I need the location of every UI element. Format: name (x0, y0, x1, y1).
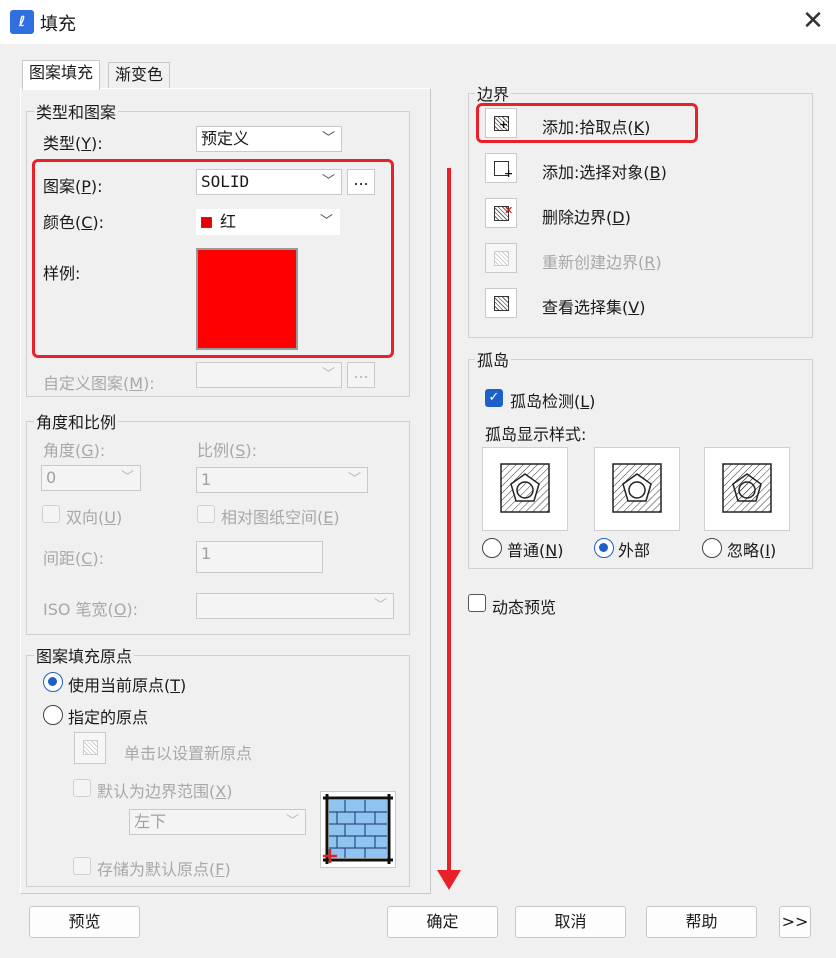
annotation-highlight (476, 103, 698, 143)
island-style-ignore-image[interactable] (704, 447, 790, 531)
recreate-boundary-icon (494, 251, 509, 266)
relative-paper-label: 相对图纸空间(E) (221, 508, 340, 527)
chevron-down-icon: ﹀ (373, 598, 387, 613)
origin-preview-image (320, 791, 396, 868)
use-current-origin-label: 使用当前原点(T) (68, 676, 187, 695)
annotation-arrow (447, 168, 451, 874)
double-checkbox[interactable] (42, 505, 60, 523)
island-outer-icon (612, 463, 662, 513)
help-button[interactable]: 帮助 (646, 906, 757, 938)
relative-paper-checkbox[interactable] (197, 505, 215, 523)
annotation-highlight (32, 159, 394, 358)
island-style-normal-image[interactable] (482, 447, 568, 531)
origin-position-select[interactable]: 左下 ﹀ (129, 809, 306, 835)
default-extent-label: 默认为边界范围(X) (97, 782, 233, 801)
custom-browse-button[interactable]: ... (347, 362, 375, 388)
angle-label: 角度(G): (43, 441, 106, 460)
chevron-down-icon: ﹀ (347, 472, 361, 487)
scale-select[interactable]: 1 ﹀ (196, 467, 368, 493)
cancel-button[interactable]: 取消 (515, 906, 626, 938)
add-select-objects-label[interactable]: 添加:选择对象(B) (542, 159, 667, 183)
use-current-origin-radio[interactable] (43, 672, 63, 692)
dynamic-preview-checkbox[interactable] (468, 594, 486, 612)
click-set-origin-label: 单击以设置新原点 (124, 744, 253, 763)
add-select-objects-button[interactable]: + (485, 153, 517, 183)
angle-select[interactable]: 0 ﹀ (41, 465, 141, 491)
tab-gradient[interactable]: 渐变色 (108, 62, 171, 88)
angle-scale-title: 角度和比例 (34, 409, 119, 433)
island-detect-label: 孤岛检测(L) (510, 392, 596, 411)
ok-button[interactable]: 确定 (387, 906, 498, 938)
spacing-input[interactable]: 1 (196, 541, 323, 573)
recreate-boundary-button[interactable] (485, 243, 517, 273)
view-selection-button[interactable] (485, 288, 517, 318)
plus-icon: + (504, 167, 514, 180)
island-normal-label: 普通(N) (507, 541, 564, 560)
type-pattern-title: 类型和图案 (34, 99, 119, 123)
custom-pattern-select[interactable]: ﹀ (196, 362, 342, 388)
more-options-button[interactable]: >> (779, 906, 811, 938)
app-logo-icon: ℓ (10, 10, 34, 34)
custom-pattern-label: 自定义图案(M): (43, 374, 155, 393)
view-selection-icon (494, 296, 509, 311)
island-outer-radio[interactable] (594, 538, 614, 558)
dynamic-preview-label: 动态预览 (492, 598, 557, 617)
chevron-down-icon: ﹀ (285, 814, 299, 829)
island-style-outer-image[interactable] (594, 447, 680, 531)
close-icon[interactable]: ✕ (798, 6, 828, 36)
island-ignore-icon (722, 463, 772, 513)
remove-boundary-button[interactable]: ✕ (485, 198, 517, 228)
delete-x-icon: ✕ (504, 204, 514, 217)
iso-pen-select[interactable]: ﹀ (196, 593, 394, 619)
double-label: 双向(U) (66, 508, 123, 527)
iso-pen-label: ISO 笔宽(O): (43, 600, 139, 619)
recreate-boundary-label[interactable]: 重新创建边界(R) (542, 249, 662, 273)
window-title: 填充 (40, 14, 76, 35)
remove-boundary-label[interactable]: 删除边界(D) (542, 204, 631, 228)
tab-hatch[interactable]: 图案填充 (22, 60, 101, 90)
boundary-title: 边界 (475, 81, 512, 105)
type-select[interactable]: 预定义 ﹀ (196, 126, 342, 152)
set-origin-button[interactable] (74, 732, 106, 764)
store-default-label: 存储为默认原点(F) (97, 860, 231, 879)
brick-pattern-icon (323, 794, 393, 864)
specified-origin-label: 指定的原点 (68, 708, 149, 727)
scale-label: 比例(S): (197, 441, 258, 460)
island-outer-label: 外部 (618, 541, 651, 560)
annotation-arrow-head (437, 870, 461, 890)
title-bar (0, 0, 836, 44)
chevron-down-icon: ﹀ (321, 131, 335, 146)
island-normal-radio[interactable] (482, 538, 502, 558)
island-ignore-label: 忽略(I) (727, 541, 777, 560)
island-normal-icon (500, 463, 550, 513)
spacing-label: 间距(C): (43, 549, 105, 568)
type-label: 类型(Y): (43, 134, 103, 153)
island-ignore-radio[interactable] (702, 538, 722, 558)
set-origin-icon (83, 740, 98, 755)
island-style-label: 孤岛显示样式: (485, 425, 587, 444)
islands-title: 孤岛 (475, 347, 512, 371)
specified-origin-radio[interactable] (43, 705, 63, 725)
island-detect-checkbox[interactable]: ✓ (485, 389, 503, 407)
store-default-checkbox[interactable] (73, 857, 91, 875)
preview-button[interactable]: 预览 (29, 906, 140, 938)
view-selection-label[interactable]: 查看选择集(V) (542, 294, 645, 318)
chevron-down-icon: ﹀ (120, 470, 134, 485)
origin-title: 图案填充原点 (34, 643, 135, 667)
default-extent-checkbox[interactable] (73, 779, 91, 797)
chevron-down-icon: ﹀ (321, 367, 335, 382)
